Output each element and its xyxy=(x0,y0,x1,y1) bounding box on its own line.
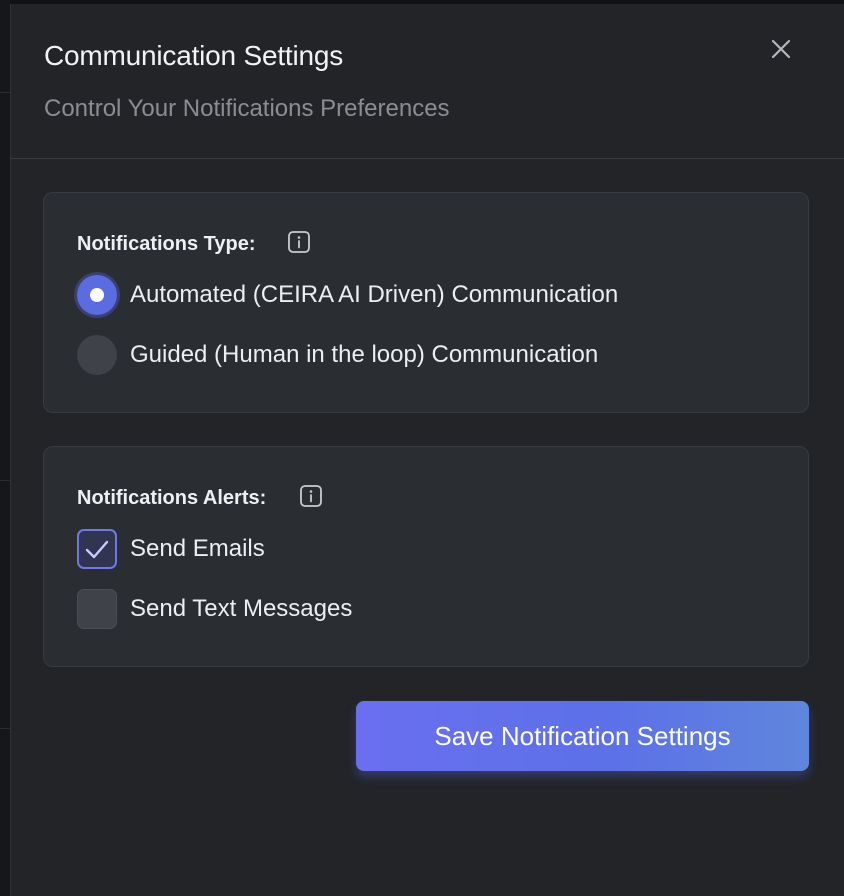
checkmark-icon xyxy=(85,540,109,559)
info-icon[interactable] xyxy=(299,484,323,508)
checkbox-option-text-messages[interactable]: Send Text Messages xyxy=(77,589,777,629)
notifications-alerts-card: Notifications Alerts: Send Emails Send T… xyxy=(43,446,809,667)
info-icon[interactable] xyxy=(287,230,311,254)
dialog-title: Communication Settings xyxy=(44,40,344,71)
notifications-alerts-label: Notifications Alerts: xyxy=(77,487,267,509)
radio-option-guided[interactable]: Guided (Human in the loop) Communication xyxy=(77,335,777,375)
close-icon xyxy=(771,39,791,59)
background-page xyxy=(0,0,10,896)
background-divider xyxy=(0,480,10,481)
background-divider xyxy=(0,728,10,729)
radio-button-selected[interactable] xyxy=(77,275,117,315)
background-divider xyxy=(0,92,10,93)
notifications-type-label: Notifications Type: xyxy=(77,233,256,255)
checkbox-unchecked[interactable] xyxy=(77,589,117,629)
communication-settings-dialog: Communication Settings Control Your Noti… xyxy=(10,4,844,896)
radio-label-guided: Guided (Human in the loop) Communication xyxy=(130,341,599,368)
notifications-type-card: Notifications Type: Automated (CEIRA AI … xyxy=(43,192,809,413)
dialog-header: Communication Settings Control Your Noti… xyxy=(11,4,844,159)
close-button[interactable] xyxy=(766,34,796,64)
checkbox-option-emails[interactable]: Send Emails xyxy=(77,529,777,569)
checkbox-checked[interactable] xyxy=(77,529,117,569)
dialog-subtitle: Control Your Notifications Preferences xyxy=(44,95,450,122)
checkbox-label-emails: Send Emails xyxy=(130,535,265,562)
radio-option-automated[interactable]: Automated (CEIRA AI Driven) Communicatio… xyxy=(77,275,777,315)
checkbox-label-text-messages: Send Text Messages xyxy=(130,595,353,622)
radio-button-unselected[interactable] xyxy=(77,335,117,375)
save-notification-settings-button[interactable]: Save Notification Settings xyxy=(356,701,809,771)
radio-label-automated: Automated (CEIRA AI Driven) Communicatio… xyxy=(130,281,619,308)
